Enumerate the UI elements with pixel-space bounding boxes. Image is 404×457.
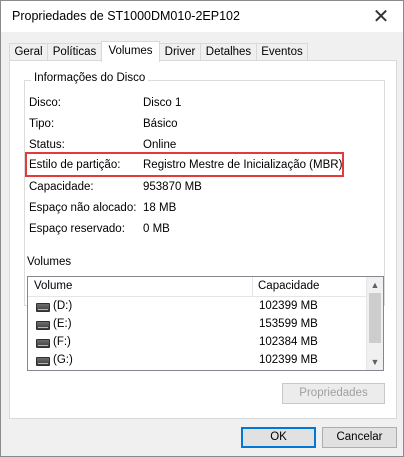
volume-name: (F:) — [53, 336, 71, 348]
drive-icon — [36, 339, 50, 348]
status-value: Online — [143, 139, 177, 151]
volumes-list[interactable]: Volume Capacidade (D:) 102399 MB (E:) 15… — [27, 276, 384, 371]
tab-eventos[interactable]: Eventos — [256, 43, 308, 61]
type-label: Tipo: — [29, 118, 55, 130]
vertical-scrollbar[interactable]: ▲ ▼ — [366, 277, 383, 370]
disk-info-legend: Informações do Disco — [31, 72, 149, 84]
list-header: Volume Capacidade — [28, 277, 367, 297]
tab-driver[interactable]: Driver — [159, 43, 201, 61]
list-item[interactable]: (E:) 153599 MB — [28, 316, 367, 334]
volume-capacity: 153599 MB — [259, 318, 318, 330]
reserved-value: 0 MB — [143, 223, 170, 235]
volume-capacity: 102399 MB — [259, 300, 318, 312]
list-item[interactable]: (G:) 102399 MB — [28, 352, 367, 370]
partition-style-value: Registro Mestre de Inicialização (MBR) — [143, 159, 343, 171]
column-divider[interactable] — [252, 277, 253, 296]
volume-capacity: 102399 MB — [259, 354, 318, 366]
reserved-label: Espaço reservado: — [29, 223, 125, 235]
list-item[interactable]: (F:) 102384 MB — [28, 334, 367, 352]
volume-name: (E:) — [53, 318, 72, 330]
disk-info-group — [24, 80, 385, 306]
volume-capacity: 102384 MB — [259, 336, 318, 348]
properties-button[interactable]: Propriedades — [282, 383, 385, 404]
drive-icon — [36, 303, 50, 312]
unallocated-value: 18 MB — [143, 202, 177, 214]
column-header-volume[interactable]: Volume — [34, 280, 72, 292]
volumes-label: Volumes — [27, 256, 72, 268]
drive-icon — [36, 321, 50, 330]
capacity-row: Capacidade: 953870 MB — [29, 181, 202, 193]
window-title: Propriedades de ST1000DM010-2EP102 — [12, 9, 240, 23]
tab-volumes[interactable]: Volumes — [101, 41, 160, 62]
capacity-label: Capacidade: — [29, 181, 94, 193]
type-row: Tipo: Básico — [29, 118, 178, 130]
type-value: Básico — [143, 118, 178, 130]
disk-value: Disco 1 — [143, 97, 182, 109]
volume-name: (D:) — [53, 300, 73, 312]
drive-icon — [36, 357, 50, 366]
unallocated-label: Espaço não alocado: — [29, 202, 137, 214]
disk-label: Disco: — [29, 97, 61, 109]
close-icon[interactable]: ✕ — [359, 1, 403, 32]
scroll-down-icon[interactable]: ▼ — [367, 354, 383, 370]
scroll-thumb[interactable] — [369, 293, 381, 343]
ok-button[interactable]: OK — [241, 427, 316, 448]
status-row: Status: Online — [29, 139, 176, 151]
capacity-value: 953870 MB — [143, 181, 202, 193]
partition-style-label: Estilo de partição: — [29, 159, 121, 171]
column-header-capacity[interactable]: Capacidade — [258, 280, 319, 292]
volumes-panel: Informações do Disco Disco: Disco 1 Tipo… — [9, 60, 397, 419]
scroll-up-icon[interactable]: ▲ — [367, 277, 383, 293]
title-bar: Propriedades de ST1000DM010-2EP102 ✕ — [1, 1, 403, 32]
status-label: Status: — [29, 139, 65, 151]
list-item[interactable]: (D:) 102399 MB — [28, 298, 367, 316]
tab-politicas[interactable]: Políticas — [47, 43, 102, 61]
tab-geral[interactable]: Geral — [9, 43, 48, 61]
unallocated-row: Espaço não alocado: 18 MB — [29, 202, 176, 214]
disk-row: Disco: Disco 1 — [29, 97, 181, 109]
partition-style-row: Estilo de partição: Registro Mestre de I… — [29, 159, 342, 171]
reserved-row: Espaço reservado: 0 MB — [29, 223, 170, 235]
tab-detalhes[interactable]: Detalhes — [200, 43, 257, 61]
volume-name: (G:) — [53, 354, 73, 366]
cancel-button[interactable]: Cancelar — [322, 427, 397, 448]
properties-dialog: Propriedades de ST1000DM010-2EP102 ✕ Ger… — [0, 0, 404, 457]
